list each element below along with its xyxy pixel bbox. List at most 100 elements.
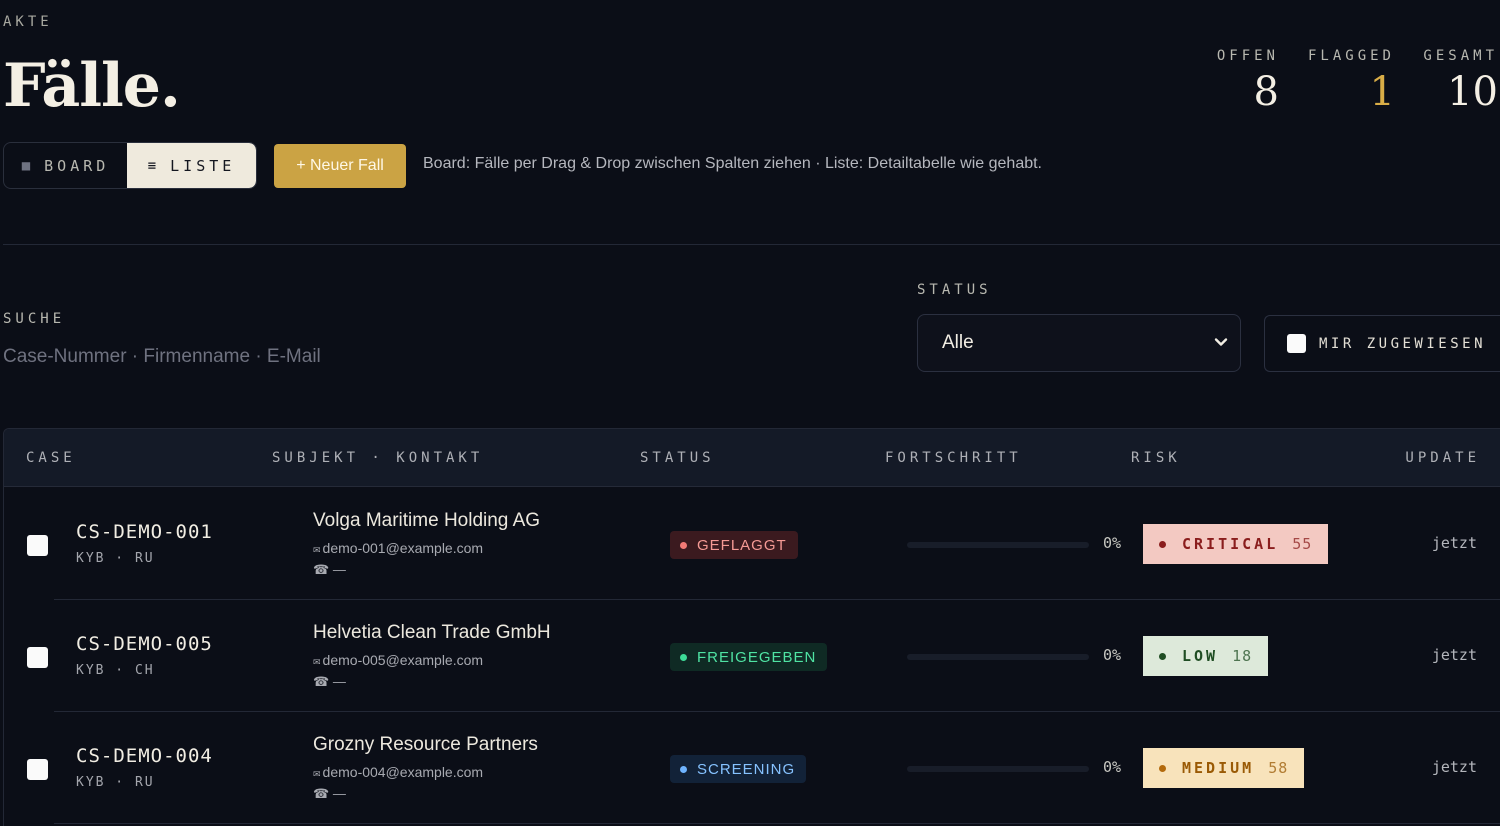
row-select-checkbox[interactable]: [27, 535, 48, 556]
view-hint: Board: Fälle per Drag & Drop zwischen Sp…: [423, 155, 1042, 172]
row-select-checkbox[interactable]: [27, 759, 48, 780]
page-title: Fälle.: [3, 51, 181, 121]
status-select-value: Alle: [942, 332, 974, 353]
new-case-button[interactable]: + Neuer Fall: [274, 144, 406, 188]
envelope-icon: ✉: [313, 545, 321, 555]
column-header-update[interactable]: UPDATE: [1405, 450, 1480, 466]
phone-icon: ☎: [313, 674, 330, 689]
risk-level: MEDIUM: [1182, 759, 1255, 777]
chevron-down-icon: [1214, 338, 1228, 346]
contact-phone-text: —: [332, 562, 346, 577]
progress-bar: [907, 654, 1089, 660]
contact-email: ✉ demo-001@example.com: [313, 540, 483, 556]
status-dot-icon: [680, 541, 687, 549]
view-board-label: BOARD: [44, 156, 110, 175]
stat-open-value: 8: [1253, 69, 1279, 115]
table-row[interactable]: CS-DEMO-004 KYB · RU Grozny Resource Par…: [4, 712, 1500, 824]
view-liste-label: LISTE: [170, 156, 236, 175]
contact-email: ✉ demo-005@example.com: [313, 652, 483, 668]
contact-email-text: demo-004@example.com: [322, 764, 484, 780]
envelope-icon: ✉: [313, 769, 321, 779]
updated-time: jetzt: [1431, 646, 1477, 664]
progress-percent: 0%: [1103, 534, 1122, 552]
assigned-label: MIR ZUGEWIESEN: [1319, 335, 1487, 352]
case-meta: KYB · RU: [76, 775, 155, 790]
contact-phone-text: —: [332, 674, 346, 689]
contact-email-text: demo-001@example.com: [322, 540, 484, 556]
contact-email-text: demo-005@example.com: [322, 652, 484, 668]
section-divider: [3, 244, 1500, 245]
progress-percent: 0%: [1103, 758, 1122, 776]
risk-badge: MEDIUM 58: [1143, 748, 1305, 788]
case-meta: KYB · RU: [76, 551, 155, 566]
risk-score: 18: [1232, 647, 1253, 665]
case-id[interactable]: CS-DEMO-005: [76, 633, 213, 655]
risk-score: 55: [1292, 535, 1313, 553]
table-header: CASE SUBJEKT · KONTAKT STATUS FORTSCHRIT…: [4, 429, 1500, 487]
stat-total-value: 10: [1447, 69, 1498, 115]
status-dot-icon: [680, 653, 687, 661]
progress-bar: [907, 542, 1089, 548]
status-badge-label: FREIGEGEBEN: [697, 648, 817, 666]
progress-bar: [907, 766, 1089, 772]
status-badge-label: GEFLAGGT: [697, 536, 787, 554]
subject-name[interactable]: Helvetia Clean Trade GmbH: [313, 622, 551, 644]
row-divider: [54, 823, 1500, 824]
risk-dot-icon: [1159, 540, 1166, 548]
subject-name[interactable]: Volga Maritime Holding AG: [313, 510, 540, 532]
stat-total-label: GESAMT: [1423, 48, 1498, 64]
list-icon: ≡: [147, 157, 157, 174]
case-id[interactable]: CS-DEMO-001: [76, 521, 213, 543]
assigned-checkbox[interactable]: [1287, 334, 1306, 353]
risk-score: 58: [1268, 759, 1289, 777]
contact-phone: ☎ —: [313, 562, 346, 578]
contact-phone-text: —: [332, 786, 346, 801]
stat-flagged-value: 1: [1369, 69, 1395, 115]
risk-badge: LOW 18: [1143, 636, 1269, 676]
cases-table: CASE SUBJEKT · KONTAKT STATUS FORTSCHRIT…: [3, 428, 1500, 826]
risk-level: LOW: [1182, 647, 1219, 665]
search-input[interactable]: [3, 346, 603, 368]
stat-flagged-label: FLAGGED: [1307, 48, 1395, 64]
stat-open: OFFEN 8: [1217, 48, 1279, 114]
status-dot-icon: [680, 765, 687, 773]
stat-flagged: FLAGGED 1: [1308, 48, 1395, 114]
table-row[interactable]: CS-DEMO-001 KYB · RU Volga Maritime Hold…: [4, 488, 1500, 600]
assigned-to-me-toggle[interactable]: MIR ZUGEWIESEN: [1264, 315, 1500, 372]
risk-level: CRITICAL: [1182, 535, 1279, 553]
case-id[interactable]: CS-DEMO-004: [76, 745, 213, 767]
status-badge-label: SCREENING: [697, 760, 796, 778]
subject-name[interactable]: Grozny Resource Partners: [313, 734, 538, 756]
column-header-risk[interactable]: RISK: [1131, 450, 1181, 466]
view-board-button[interactable]: ■ BOARD: [4, 143, 127, 188]
view-toggle: ■ BOARD ≡ LISTE: [3, 142, 257, 189]
contact-phone: ☎ —: [313, 786, 346, 802]
progress-percent: 0%: [1103, 646, 1122, 664]
page-eyebrow: AKTE: [3, 14, 53, 30]
status-badge: FREIGEGEBEN: [670, 643, 828, 671]
updated-time: jetzt: [1431, 534, 1477, 552]
table-row[interactable]: CS-DEMO-005 KYB · CH Helvetia Clean Trad…: [4, 600, 1500, 712]
column-header-subject[interactable]: SUBJEKT · KONTAKT: [272, 450, 483, 466]
envelope-icon: ✉: [313, 657, 321, 667]
column-header-case[interactable]: CASE: [26, 450, 76, 466]
grid-square-icon: ■: [21, 157, 31, 174]
view-liste-button[interactable]: ≡ LISTE: [127, 143, 256, 188]
column-header-status[interactable]: STATUS: [640, 450, 715, 466]
phone-icon: ☎: [313, 562, 330, 577]
risk-dot-icon: [1159, 764, 1166, 772]
phone-icon: ☎: [313, 786, 330, 801]
row-select-checkbox[interactable]: [27, 647, 48, 668]
status-filter-label: STATUS: [917, 282, 992, 298]
risk-dot-icon: [1159, 652, 1166, 660]
status-select[interactable]: Alle: [917, 314, 1241, 372]
status-badge: SCREENING: [670, 755, 807, 783]
case-meta: KYB · CH: [76, 663, 155, 678]
column-header-progress[interactable]: FORTSCHRITT: [885, 450, 1022, 466]
risk-badge: CRITICAL 55: [1143, 524, 1329, 564]
updated-time: jetzt: [1431, 758, 1477, 776]
search-label: SUCHE: [3, 311, 66, 327]
stat-open-label: OFFEN: [1216, 48, 1279, 64]
status-badge: GEFLAGGT: [670, 531, 798, 559]
contact-phone: ☎ —: [313, 674, 346, 690]
